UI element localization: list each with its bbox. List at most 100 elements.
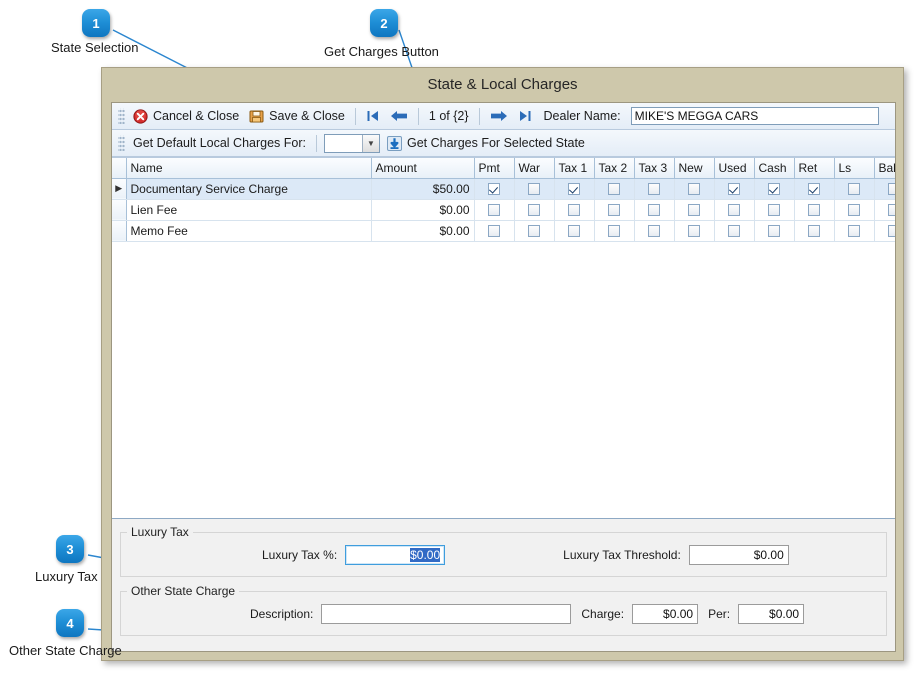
checkbox-bal-unchecked[interactable]	[888, 225, 895, 238]
description-input[interactable]	[321, 604, 572, 624]
cell-checkbox-tax1[interactable]	[554, 220, 595, 242]
cell-checkbox-bal[interactable]	[874, 220, 895, 242]
checkbox-ret-checked[interactable]	[808, 183, 820, 196]
checkbox-ls-unchecked[interactable]	[848, 183, 860, 196]
checkbox-used-unchecked[interactable]	[728, 225, 740, 238]
cell-checkbox-ret[interactable]	[794, 178, 835, 200]
checkbox-tax3-unchecked[interactable]	[648, 183, 660, 196]
checkbox-war-unchecked[interactable]	[528, 183, 540, 196]
chevron-down-icon[interactable]: ▼	[362, 134, 379, 152]
cell-amount[interactable]: $0.00	[371, 199, 475, 221]
checkbox-tax1-checked[interactable]	[568, 183, 580, 196]
checkbox-new-unchecked[interactable]	[688, 183, 700, 196]
cancel-close-button[interactable]: Cancel & Close	[128, 107, 244, 126]
save-close-button[interactable]: Save & Close	[244, 107, 350, 126]
table-row[interactable]: Memo Fee $0.00	[112, 220, 895, 242]
cell-checkbox-tax2[interactable]	[594, 220, 635, 242]
cell-checkbox-war[interactable]	[514, 178, 555, 200]
charge-input[interactable]: $0.00	[632, 604, 699, 624]
cell-checkbox-new[interactable]	[674, 220, 715, 242]
checkbox-new-unchecked[interactable]	[688, 225, 700, 238]
checkbox-bal-unchecked[interactable]	[888, 204, 895, 217]
get-charges-for-selected-state-button[interactable]: Get Charges For Selected State	[382, 134, 590, 153]
column-header-bal[interactable]: Bal	[874, 158, 895, 179]
cell-checkbox-tax2[interactable]	[594, 199, 635, 221]
checkbox-used-unchecked[interactable]	[728, 204, 740, 217]
cell-checkbox-war[interactable]	[514, 220, 555, 242]
checkbox-war-unchecked[interactable]	[528, 204, 540, 217]
checkbox-tax2-unchecked[interactable]	[608, 204, 620, 217]
checkbox-tax3-unchecked[interactable]	[648, 204, 660, 217]
cell-checkbox-ret[interactable]	[794, 220, 835, 242]
cell-checkbox-tax3[interactable]	[634, 178, 675, 200]
per-input[interactable]: $0.00	[738, 604, 805, 624]
cell-checkbox-pmt[interactable]	[474, 178, 515, 200]
checkbox-tax3-unchecked[interactable]	[648, 225, 660, 238]
cell-checkbox-pmt[interactable]	[474, 220, 515, 242]
checkbox-cash-unchecked[interactable]	[768, 225, 780, 238]
column-header-ret[interactable]: Ret	[794, 158, 835, 179]
table-row[interactable]: ▶ Documentary Service Charge $50.00	[112, 178, 895, 200]
cell-checkbox-tax3[interactable]	[634, 199, 675, 221]
cell-name[interactable]: Memo Fee	[126, 220, 372, 242]
checkbox-ls-unchecked[interactable]	[848, 204, 860, 217]
cell-checkbox-ls[interactable]	[834, 178, 875, 200]
cell-checkbox-tax2[interactable]	[594, 178, 635, 200]
luxury-tax-percent-input[interactable]: $0.00	[345, 545, 446, 565]
cell-checkbox-new[interactable]	[674, 178, 715, 200]
cell-checkbox-pmt[interactable]	[474, 199, 515, 221]
dealer-name-input[interactable]: MIKE'S MEGGA CARS	[630, 107, 879, 125]
checkbox-new-unchecked[interactable]	[688, 204, 700, 217]
row-selector-cell[interactable]: ▶	[112, 178, 127, 200]
cell-checkbox-new[interactable]	[674, 199, 715, 221]
cell-checkbox-tax1[interactable]	[554, 199, 595, 221]
cell-checkbox-cash[interactable]	[754, 178, 795, 200]
column-header-cash[interactable]: Cash	[754, 158, 795, 179]
column-header-name[interactable]: Name	[126, 158, 372, 179]
column-header-war[interactable]: War	[514, 158, 555, 179]
checkbox-tax2-unchecked[interactable]	[608, 183, 620, 196]
cell-amount[interactable]: $50.00	[371, 178, 475, 200]
column-header-amount[interactable]: Amount	[371, 158, 475, 179]
column-header-used[interactable]: Used	[714, 158, 755, 179]
row-selector-cell[interactable]	[112, 199, 127, 221]
table-row[interactable]: Lien Fee $0.00	[112, 199, 895, 221]
cell-checkbox-used[interactable]	[714, 178, 755, 200]
last-record-button[interactable]	[513, 107, 537, 125]
toolbar-grip-icon[interactable]	[118, 108, 125, 124]
checkbox-used-checked[interactable]	[728, 183, 740, 196]
checkbox-tax2-unchecked[interactable]	[608, 225, 620, 238]
luxury-tax-threshold-input[interactable]: $0.00	[688, 545, 789, 565]
charges-grid[interactable]: Name Amount Pmt War Tax 1 Tax 2 Tax 3 Ne…	[112, 157, 895, 519]
checkbox-ret-unchecked[interactable]	[808, 204, 820, 217]
column-header-tax3[interactable]: Tax 3	[634, 158, 675, 179]
checkbox-tax1-unchecked[interactable]	[568, 204, 580, 217]
checkbox-ret-unchecked[interactable]	[808, 225, 820, 238]
cell-checkbox-ls[interactable]	[834, 220, 875, 242]
previous-record-button[interactable]	[385, 107, 413, 125]
column-header-pmt[interactable]: Pmt	[474, 158, 515, 179]
checkbox-war-unchecked[interactable]	[528, 225, 540, 238]
checkbox-ls-unchecked[interactable]	[848, 225, 860, 238]
cell-checkbox-cash[interactable]	[754, 220, 795, 242]
checkbox-tax1-unchecked[interactable]	[568, 225, 580, 238]
checkbox-cash-unchecked[interactable]	[768, 204, 780, 217]
column-header-tax1[interactable]: Tax 1	[554, 158, 595, 179]
cell-checkbox-used[interactable]	[714, 220, 755, 242]
cell-amount[interactable]: $0.00	[371, 220, 475, 242]
cell-name[interactable]: Documentary Service Charge	[126, 178, 372, 200]
toolbar-grip-icon-2[interactable]	[118, 135, 125, 151]
column-header-ls[interactable]: Ls	[834, 158, 875, 179]
cell-checkbox-tax3[interactable]	[634, 220, 675, 242]
row-selector-cell[interactable]	[112, 220, 127, 242]
checkbox-pmt-unchecked[interactable]	[488, 204, 500, 217]
cell-checkbox-used[interactable]	[714, 199, 755, 221]
cell-checkbox-bal[interactable]	[874, 199, 895, 221]
cell-checkbox-ret[interactable]	[794, 199, 835, 221]
state-combo-box[interactable]: ▼	[324, 133, 380, 153]
cell-checkbox-war[interactable]	[514, 199, 555, 221]
cell-checkbox-cash[interactable]	[754, 199, 795, 221]
cell-checkbox-ls[interactable]	[834, 199, 875, 221]
checkbox-pmt-checked[interactable]	[488, 183, 500, 196]
cell-checkbox-tax1[interactable]	[554, 178, 595, 200]
